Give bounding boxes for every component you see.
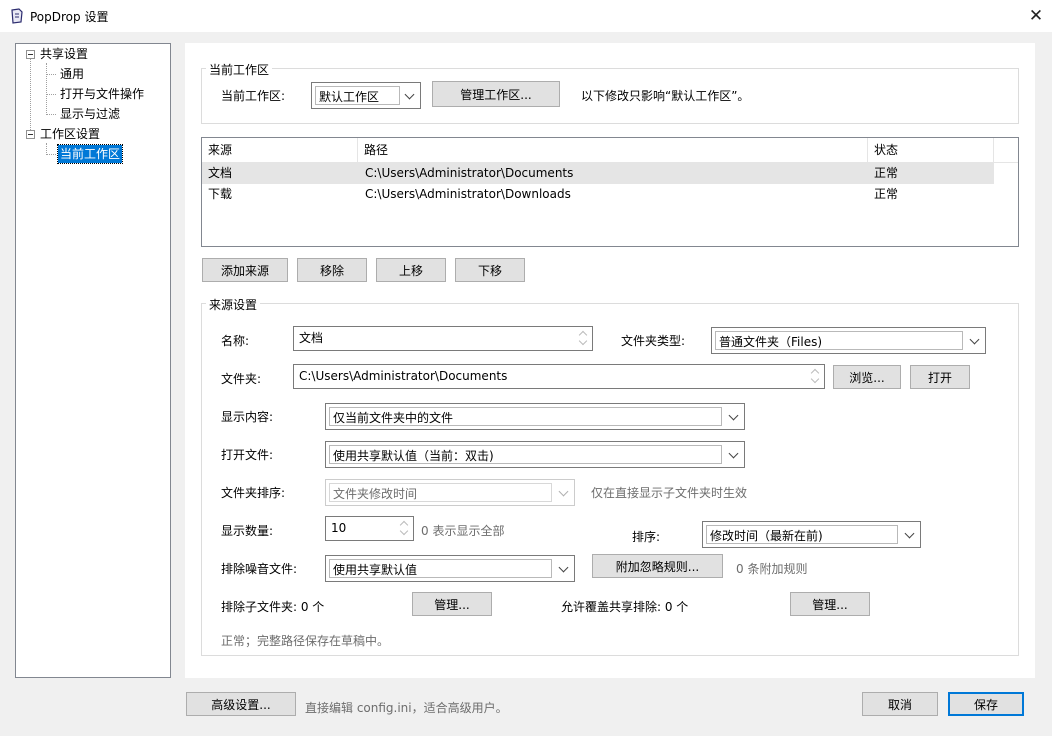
folder-sort-label: 文件夹排序: [221, 486, 286, 500]
folder-label: 文件夹: [221, 372, 262, 386]
manage-workspace-button[interactable]: 管理工作区... [432, 81, 560, 107]
allow-override-label: 允许覆盖共享排除: 0 个 [561, 600, 689, 614]
noise-label: 排除噪音文件: [221, 562, 298, 576]
table-header: 来源 路径 状态 [202, 138, 1018, 163]
app-icon [11, 8, 23, 24]
chevron-down-icon[interactable] [724, 404, 744, 429]
advanced-hint: 直接编辑 config.ini，适合高级用户。 [305, 701, 508, 715]
column-header-status[interactable]: 状态 [868, 138, 994, 163]
manage-override-button[interactable]: 管理... [790, 592, 870, 616]
open-file-label: 打开文件: [221, 448, 274, 462]
workspace-label: 当前工作区: [221, 89, 286, 103]
display-content-value: 仅当前文件夹中的文件 [329, 407, 722, 426]
move-down-button[interactable]: 下移 [455, 258, 525, 282]
sources-table[interactable]: 来源 路径 状态 文档 C:\Users\Administrator\Docum… [201, 137, 1019, 247]
cancel-button[interactable]: 取消 [862, 692, 938, 716]
folder-type-value: 普通文件夹（Files) [715, 331, 963, 350]
folder-sort-select: 文件夹修改时间 [325, 479, 575, 506]
collapse-icon[interactable] [26, 50, 35, 59]
status-text: 正常；完整路径保存在草稿中。 [221, 634, 390, 648]
noise-select[interactable]: 使用共享默认值 [325, 555, 575, 582]
sort-value: 修改时间（最新在前) [706, 525, 898, 544]
table-row[interactable]: 下载 C:\Users\Administrator\Downloads 正常 [202, 184, 994, 205]
source-settings-group-label: 来源设置 [206, 296, 261, 313]
count-label: 显示数量: [221, 524, 274, 538]
workspace-select-value: 默认工作区 [315, 86, 400, 105]
ignore-rules-hint: 0 条附加规则 [736, 562, 808, 576]
chevron-down-icon[interactable] [965, 328, 985, 353]
move-up-button[interactable]: 上移 [376, 258, 446, 282]
close-icon[interactable]: ✕ [1024, 4, 1048, 28]
sort-select[interactable]: 修改时间（最新在前) [702, 521, 921, 548]
name-input-value: 文档 [299, 331, 324, 345]
tree-item-open-file-ops[interactable]: 打开与文件操作 [60, 85, 144, 103]
folder-path-input[interactable]: C:\Users\Administrator\Documents [293, 364, 825, 389]
exclude-subfolders-label: 排除子文件夹: 0 个 [221, 600, 325, 614]
tree-item-workspace-settings[interactable]: 工作区设置 [40, 125, 100, 143]
spin-arrows-icon [810, 367, 822, 386]
tree-connector [46, 94, 56, 95]
folder-type-label: 文件夹类型: [621, 334, 686, 348]
chevron-down-icon[interactable] [554, 556, 574, 581]
tree-item-display-filter[interactable]: 显示与过滤 [60, 105, 120, 123]
tree-connector [46, 154, 56, 155]
row-source: 下载 [208, 187, 233, 201]
settings-tree[interactable]: 共享设置 通用 打开与文件操作 显示与过滤 工作区设置 当前工作区 [15, 43, 171, 678]
add-source-button[interactable]: 添加来源 [202, 258, 288, 282]
table-row[interactable]: 文档 C:\Users\Administrator\Documents 正常 [202, 163, 994, 184]
spin-arrows-icon [578, 329, 590, 348]
row-path: C:\Users\Administrator\Documents [365, 166, 574, 180]
count-stepper[interactable]: 10 [325, 516, 414, 541]
row-source: 文档 [208, 166, 233, 180]
tree-connector [46, 63, 47, 115]
collapse-icon[interactable] [26, 130, 35, 139]
spin-arrows-icon[interactable] [399, 519, 411, 538]
display-content-select[interactable]: 仅当前文件夹中的文件 [325, 403, 745, 430]
manage-exclude-button[interactable]: 管理... [412, 592, 492, 616]
title-bar: PopDrop 设置 ✕ [0, 0, 1052, 32]
open-folder-button[interactable]: 打开 [910, 365, 970, 389]
folder-type-select[interactable]: 普通文件夹（Files) [711, 327, 986, 354]
chevron-down-icon[interactable] [900, 522, 920, 547]
row-path: C:\Users\Administrator\Downloads [365, 187, 571, 201]
workspace-group-label: 当前工作区 [206, 61, 273, 78]
workspace-select[interactable]: 默认工作区 [311, 82, 421, 109]
ignore-rules-button[interactable]: 附加忽略规则... [592, 554, 723, 578]
open-file-value: 使用共享默认值（当前：双击) [329, 445, 722, 464]
noise-value: 使用共享默认值 [329, 559, 552, 578]
count-hint: 0 表示显示全部 [421, 524, 505, 538]
browse-button[interactable]: 浏览... [833, 365, 901, 389]
row-status: 正常 [874, 187, 899, 201]
advanced-settings-button[interactable]: 高级设置... [186, 692, 296, 716]
workspace-hint: 以下修改只影响“默认工作区”。 [581, 89, 750, 103]
tree-item-current-workspace[interactable]: 当前工作区 [56, 144, 124, 164]
save-button[interactable]: 保存 [948, 692, 1024, 716]
folder-sort-value: 文件夹修改时间 [329, 483, 552, 502]
folder-sort-hint: 仅在直接显示子文件夹时生效 [591, 486, 748, 500]
row-status: 正常 [874, 166, 899, 180]
chevron-down-icon[interactable] [400, 83, 420, 108]
tree-connector [30, 58, 31, 136]
chevron-down-icon[interactable] [724, 442, 744, 467]
open-file-select[interactable]: 使用共享默认值（当前：双击) [325, 441, 745, 468]
sort-label: 排序: [632, 530, 661, 544]
column-header-path[interactable]: 路径 [358, 138, 868, 163]
tree-item-shared-settings[interactable]: 共享设置 [40, 45, 88, 63]
count-stepper-value: 10 [331, 521, 347, 535]
tree-connector [46, 74, 56, 75]
tree-item-general[interactable]: 通用 [60, 65, 84, 83]
remove-source-button[interactable]: 移除 [297, 258, 367, 282]
column-header-source[interactable]: 来源 [202, 138, 358, 163]
display-content-label: 显示内容: [221, 410, 274, 424]
folder-path-value: C:\Users\Administrator\Documents [299, 369, 508, 383]
window-title: PopDrop 设置 [30, 10, 109, 24]
name-input[interactable]: 文档 [293, 326, 593, 351]
name-label: 名称: [221, 334, 250, 348]
chevron-down-icon [554, 480, 574, 505]
tree-connector [46, 114, 56, 115]
